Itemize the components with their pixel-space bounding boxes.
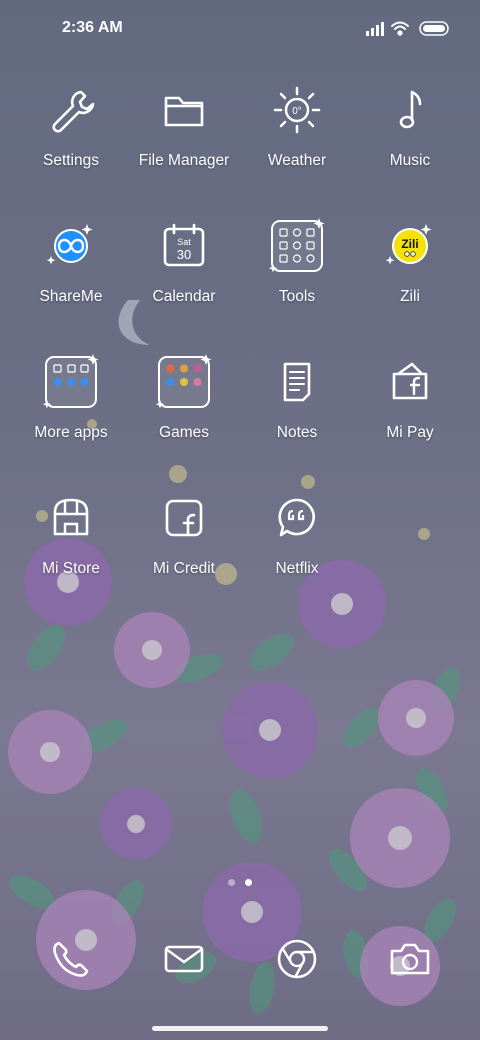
app-label: Mi Pay bbox=[386, 424, 434, 441]
app-label: Zili bbox=[400, 288, 420, 305]
shareme-icon bbox=[46, 224, 93, 265]
app-settings[interactable]: Settings bbox=[11, 76, 131, 196]
messages-icon bbox=[164, 945, 204, 973]
mi-credit-icon bbox=[165, 499, 203, 537]
app-label: Music bbox=[389, 152, 431, 169]
folder-grid-icon bbox=[269, 218, 325, 273]
notes-icon bbox=[283, 362, 311, 402]
app-weather[interactable]: 0° Weather bbox=[237, 76, 357, 196]
zili-badge: Zili bbox=[401, 237, 418, 251]
app-label: Calendar bbox=[152, 288, 216, 305]
dock-messages[interactable] bbox=[124, 925, 244, 995]
calendar-icon: Sat 30 bbox=[163, 223, 205, 267]
app-label: Mi Store bbox=[42, 560, 100, 577]
page-dot bbox=[228, 879, 235, 886]
wrench-icon bbox=[52, 90, 95, 133]
status-bar: 2:36 AM bbox=[0, 0, 480, 56]
app-label: Tools bbox=[278, 288, 316, 305]
app-label: Settings bbox=[42, 152, 99, 169]
app-music[interactable]: Music bbox=[350, 76, 470, 196]
app-file-manager[interactable]: File Manager bbox=[124, 76, 244, 196]
zili-icon: Zili bbox=[385, 224, 432, 265]
folder-grid-icon bbox=[156, 354, 212, 409]
folder-more-apps[interactable]: More apps bbox=[11, 348, 131, 468]
wifi-icon bbox=[391, 21, 409, 36]
store-icon bbox=[53, 498, 89, 536]
wallet-icon bbox=[392, 362, 428, 400]
app-label: Mi Credit bbox=[152, 560, 215, 577]
status-icons bbox=[366, 21, 449, 36]
app-label: Netflix bbox=[275, 560, 319, 577]
calendar-date: 30 bbox=[177, 247, 191, 262]
dock-browser[interactable] bbox=[237, 925, 357, 995]
folder-icon bbox=[164, 96, 204, 127]
app-mi-pay[interactable]: Mi Pay bbox=[350, 348, 470, 468]
music-note-icon bbox=[399, 90, 422, 129]
app-netflix[interactable]: Netflix bbox=[237, 484, 357, 604]
dock bbox=[0, 925, 480, 995]
dock-camera[interactable] bbox=[350, 925, 470, 995]
page-dot-active bbox=[245, 879, 252, 886]
signal-icon bbox=[366, 22, 384, 36]
app-calendar[interactable]: Sat 30 Calendar bbox=[124, 212, 244, 332]
app-label: File Manager bbox=[138, 152, 230, 169]
folder-games[interactable]: Games bbox=[124, 348, 244, 468]
browser-icon bbox=[277, 939, 317, 979]
app-label: Games bbox=[159, 424, 209, 441]
app-mi-credit[interactable]: Mi Credit bbox=[124, 484, 244, 604]
weather-temp: 0° bbox=[292, 106, 302, 117]
phone-icon bbox=[53, 941, 89, 977]
app-label: Notes bbox=[276, 424, 318, 441]
dock-phone[interactable] bbox=[11, 925, 131, 995]
calendar-day: Sat bbox=[177, 237, 191, 247]
sun-icon: 0° bbox=[273, 86, 321, 134]
home-indicator[interactable] bbox=[152, 1026, 328, 1031]
app-shareme[interactable]: ShareMe bbox=[11, 212, 131, 332]
page-indicator bbox=[0, 877, 480, 889]
app-label: Weather bbox=[267, 152, 327, 169]
app-label: ShareMe bbox=[39, 288, 103, 305]
app-zili[interactable]: Zili Zili bbox=[350, 212, 470, 332]
folder-grid-icon bbox=[43, 354, 99, 409]
folder-tools[interactable]: Tools bbox=[237, 212, 357, 332]
app-mi-store[interactable]: Mi Store bbox=[11, 484, 131, 604]
battery-icon bbox=[419, 21, 449, 36]
chat-bubble-icon bbox=[278, 498, 315, 537]
camera-icon bbox=[390, 943, 430, 975]
status-time: 2:36 AM bbox=[62, 19, 123, 36]
app-label: More apps bbox=[34, 424, 108, 441]
app-notes[interactable]: Notes bbox=[237, 348, 357, 468]
